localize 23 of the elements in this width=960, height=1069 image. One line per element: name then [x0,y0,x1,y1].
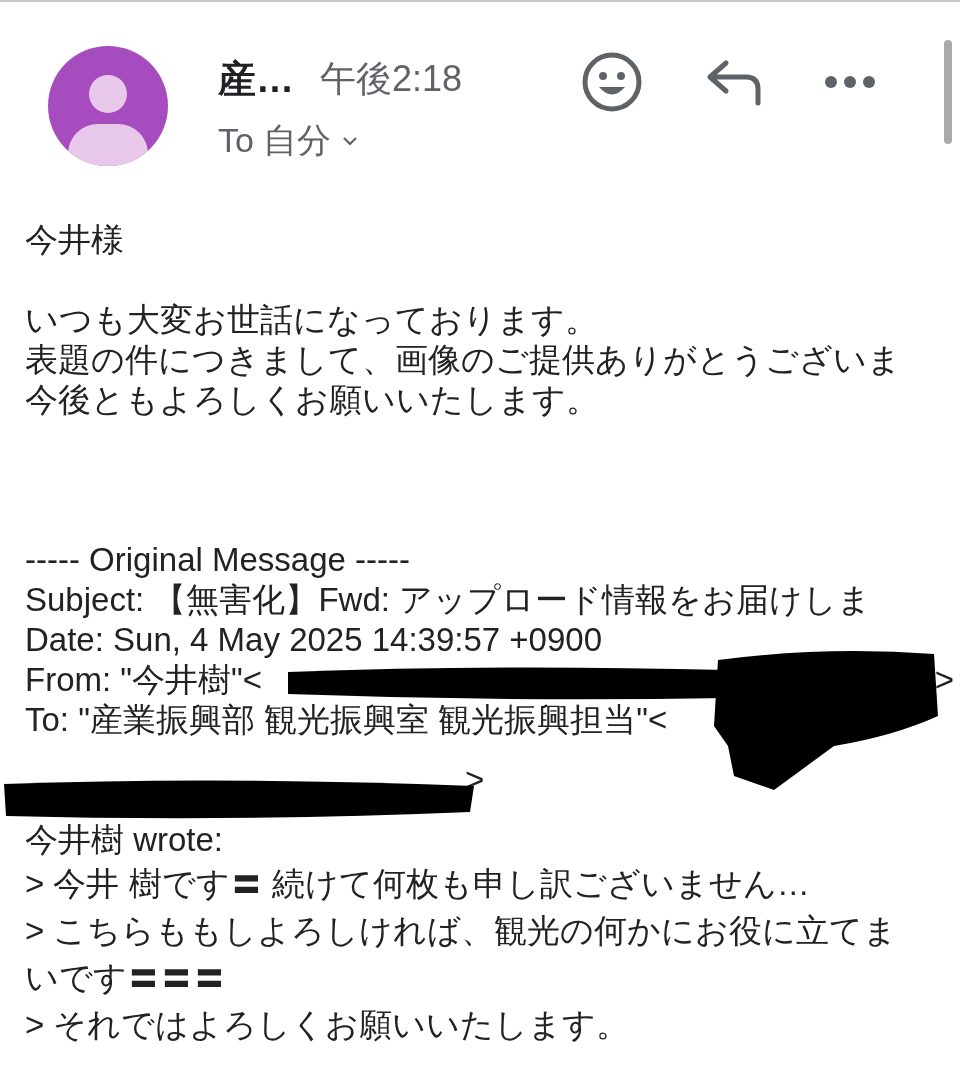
avatar-icon[interactable] [48,46,168,166]
recipient-dropdown[interactable]: To 自分 [218,118,463,164]
bracket-text: > [934,660,955,700]
body-text: いつも大変お世話になっております。 [25,300,598,340]
quoted-text: いです〓〓〓 [25,959,226,996]
sender-name: 産… [218,56,294,102]
more-icon[interactable] [824,75,876,89]
time-text: 午後2:18 [320,56,463,101]
body-text: 今井様 [25,220,124,260]
quoted-text: > 今井 樹です〓 続けて何枚も申し訳ございません… [25,865,810,902]
body-text: Date: Sun, 4 May 2025 14:39:57 +0900 [25,620,603,660]
body-text: ----- Original Message ----- [25,540,410,580]
body-text: From: "今井樹"< [25,660,263,700]
body-text: Subject: 【無害化】Fwd: アップロード情報をお届けしま [25,580,872,620]
quoted-text: > それではよろしくお願いいたします。 [25,1006,630,1043]
body-text: To: "産業振興部 観光振興室 観光振興担当"< [25,700,668,740]
body-text: 今井樹 wrote: [25,820,224,860]
body-text: 表題の件につきまして、画像のご提供ありがとうございま [25,340,901,380]
body-text: 今後ともよろしくお願いいたします。 [25,380,599,420]
quoted-text: > こちらももしよろしければ、観光の何かにお役に立てま [25,912,898,949]
chevron-icon [341,135,360,147]
scrollbar[interactable] [944,40,952,144]
emoji-icon[interactable] [580,50,644,114]
